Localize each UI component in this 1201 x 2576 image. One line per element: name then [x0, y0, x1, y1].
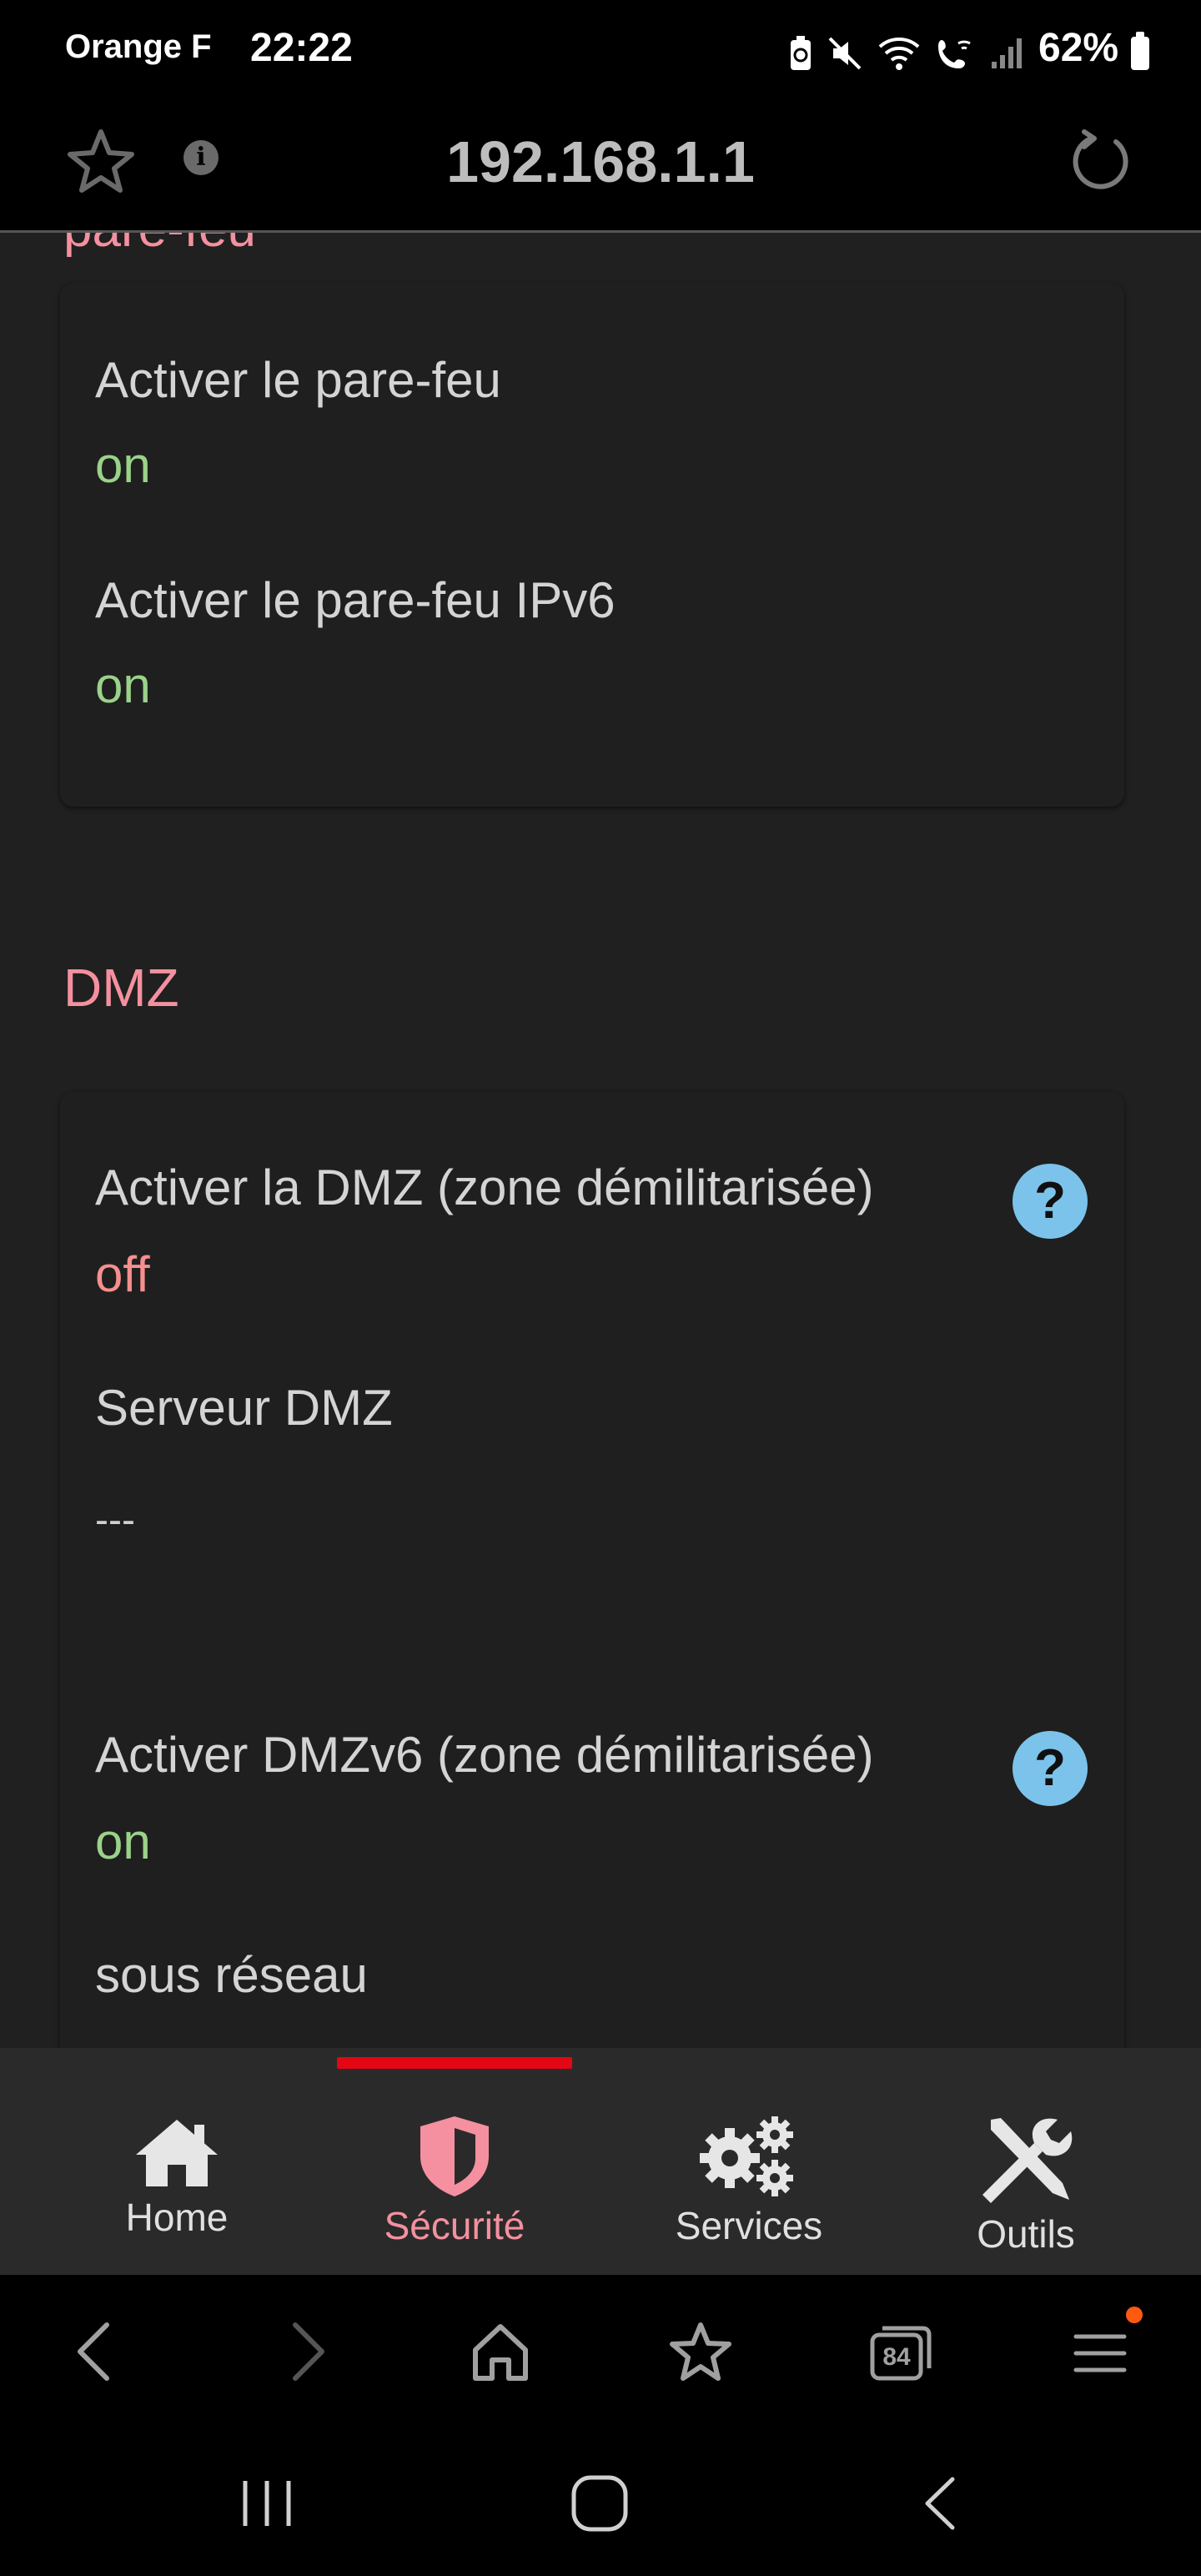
wifi-call-icon	[938, 40, 971, 68]
section-title-dmz: DMZ	[63, 958, 179, 1018]
wifi-icon	[878, 38, 920, 70]
firewall-card: Activer le pare-feu on Activer le pare-f…	[60, 283, 1124, 807]
active-tab-indicator	[337, 2057, 572, 2069]
gears-icon	[700, 2116, 793, 2196]
system-back-icon[interactable]	[914, 2473, 964, 2534]
dmzv6-enable-value[interactable]: on	[95, 1813, 151, 1870]
back-icon[interactable]	[63, 2318, 130, 2385]
signal-icon	[992, 38, 1022, 68]
dmz-subnet-label: sous réseau	[95, 1947, 368, 2003]
system-navigation-bar	[0, 2429, 1201, 2576]
tab-outils[interactable]: Outils	[901, 2115, 1151, 2257]
clock: 22:22	[250, 26, 353, 70]
browser-toolbar: 84	[0, 2275, 1201, 2429]
battery-percent: 62%	[1038, 26, 1119, 70]
firewall-enable-value[interactable]: on	[95, 436, 151, 494]
mute-icon	[828, 37, 862, 70]
recent-apps-icon[interactable]	[234, 2476, 300, 2531]
dmz-server-value: ---	[95, 1498, 135, 1542]
tab-home-label: Home	[125, 2196, 229, 2239]
system-home-icon[interactable]	[569, 2473, 631, 2534]
tab-services[interactable]: Services	[624, 2115, 874, 2248]
tab-home[interactable]: Home	[52, 2115, 302, 2240]
section-title-firewall: pare-feu	[63, 233, 256, 259]
forward-icon[interactable]	[272, 2318, 339, 2385]
dmzv6-help-icon[interactable]: ?	[1013, 1731, 1088, 1806]
bookmarks-icon[interactable]	[667, 2318, 734, 2385]
tools-icon	[982, 2118, 1073, 2203]
reload-icon[interactable]	[1068, 128, 1134, 195]
tab-securite[interactable]: Sécurité	[329, 2115, 580, 2248]
home-icon	[136, 2120, 218, 2186]
tabs-count: 84	[882, 2343, 911, 2371]
browser-url-bar: i 192.168.1.1	[0, 103, 1201, 233]
url-text[interactable]: 192.168.1.1	[0, 128, 1201, 195]
dmzv6-enable-label: Activer DMZv6 (zone démilitarisée)	[95, 1727, 874, 1783]
firewall-ipv6-enable-label: Activer le pare-feu IPv6	[95, 572, 616, 628]
firewall-enable-label: Activer le pare-feu	[95, 352, 501, 408]
firewall-ipv6-enable-value[interactable]: on	[95, 657, 151, 714]
shield-icon	[420, 2116, 489, 2196]
dmz-server-label: Serveur DMZ	[95, 1380, 393, 1436]
status-icons	[788, 30, 1023, 77]
tab-securite-label: Sécurité	[384, 2204, 525, 2247]
tab-outils-label: Outils	[977, 2212, 1075, 2256]
battery-saver-icon	[791, 36, 811, 70]
bottom-tab-bar: Home Sécurité Services Outils	[0, 2048, 1201, 2275]
page-content: pare-feu Activer le pare-feu on Activer …	[0, 233, 1201, 2048]
home-page-icon[interactable]	[467, 2318, 534, 2385]
menu-icon[interactable]	[1068, 2307, 1143, 2385]
tabs-icon[interactable]: 84	[867, 2318, 934, 2385]
dmz-enable-value[interactable]: off	[95, 1245, 150, 1303]
dmz-enable-label: Activer la DMZ (zone démilitarisée)	[95, 1160, 874, 1215]
battery-icon	[1131, 32, 1149, 70]
dmz-card: Activer la DMZ (zone démilitarisée) ? of…	[60, 1092, 1124, 2048]
dmz-help-icon[interactable]: ?	[1013, 1164, 1088, 1239]
carrier-label: Orange F	[65, 28, 212, 65]
menu-notification-dot	[1126, 2307, 1143, 2323]
tab-services-label: Services	[675, 2204, 823, 2247]
status-bar: Orange F 22:22 62%	[0, 0, 1201, 103]
